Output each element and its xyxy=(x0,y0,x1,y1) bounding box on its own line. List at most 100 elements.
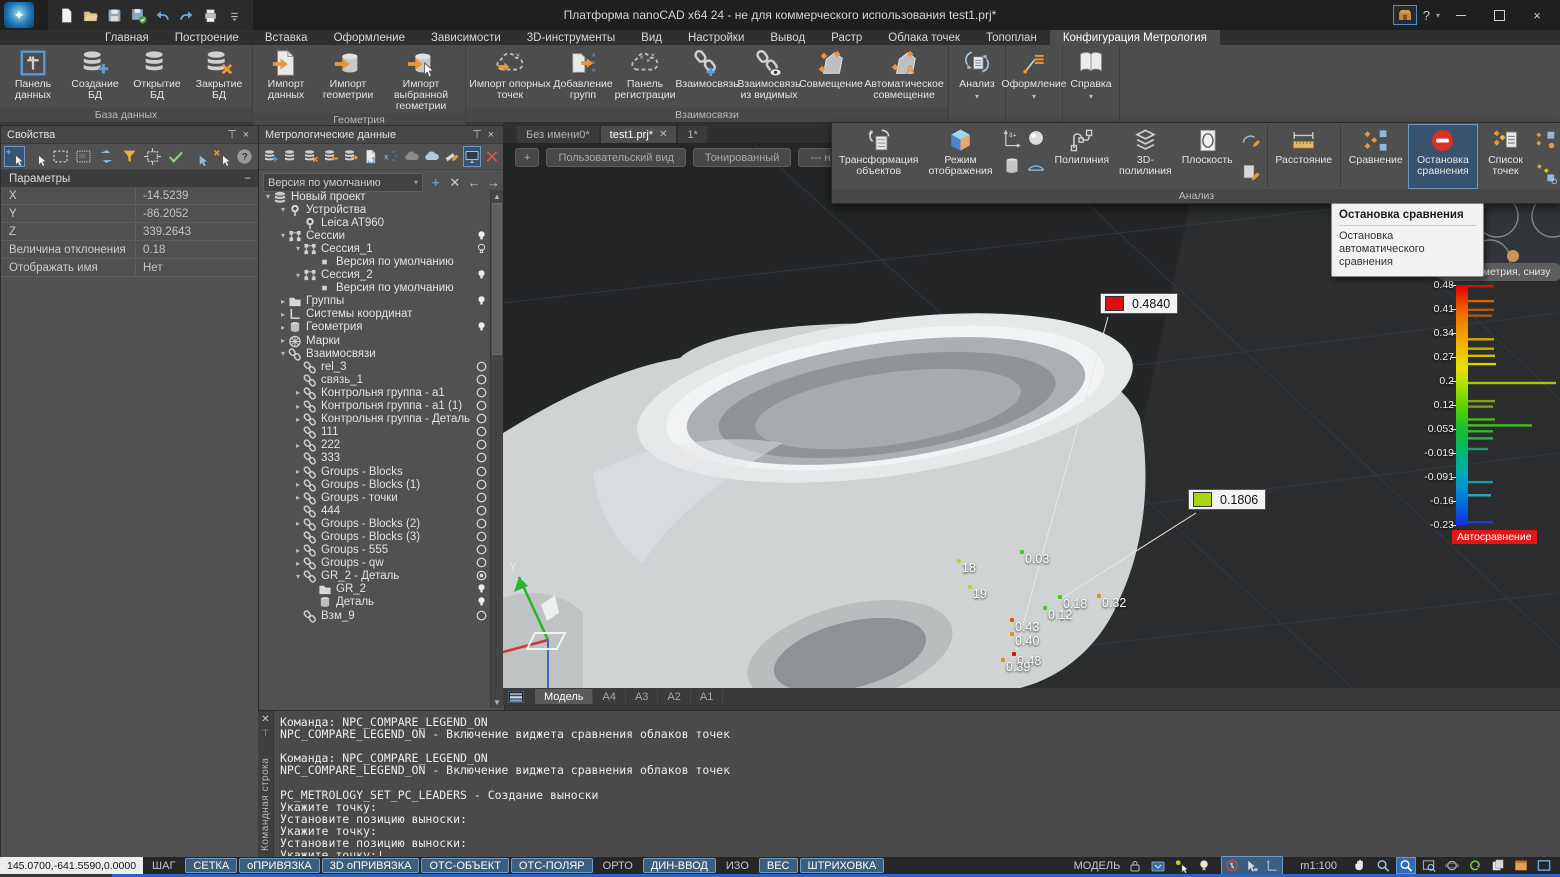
circle-icon[interactable] xyxy=(475,479,488,491)
close-icon[interactable]: ✕ xyxy=(259,713,272,726)
layout-tab-A3[interactable]: A3 xyxy=(626,689,658,704)
ribbon-button-db-open[interactable]: Открытие БД xyxy=(126,47,188,102)
tree-item[interactable]: Деталь xyxy=(261,596,490,609)
sheets-icon[interactable] xyxy=(1488,857,1508,874)
check-icon[interactable] xyxy=(165,146,186,167)
circle-icon[interactable] xyxy=(475,544,488,556)
cursor-blue-icon[interactable] xyxy=(188,146,209,167)
analysis-button-plane[interactable]: Плоскость xyxy=(1177,124,1238,189)
property-row[interactable]: Y-86.2052 xyxy=(1,205,259,223)
tree-expander-icon[interactable]: ▸ xyxy=(293,480,303,489)
swap-icon[interactable] xyxy=(96,146,117,167)
ribbon-button-link-visible[interactable]: Взаимосвязь из видимых xyxy=(738,47,800,102)
app-logo-icon[interactable]: ✦ xyxy=(4,2,34,28)
cursor-red-toggle[interactable] xyxy=(1222,857,1242,874)
tree-item[interactable]: ▸Groups - Blocks xyxy=(261,465,490,478)
tree-item[interactable]: ▾Сессии xyxy=(261,229,490,242)
status-toggle-ОТС-ОБЪЕКТ[interactable]: ОТС-ОБЪЕКТ xyxy=(421,858,508,873)
ribbon-dropdown-analysis[interactable]: Анализ▾ xyxy=(949,45,1006,122)
property-value[interactable]: -86.2052 xyxy=(135,205,259,222)
close-icon[interactable]: × xyxy=(239,128,253,142)
circle-icon[interactable] xyxy=(475,374,488,386)
property-row[interactable]: Z339.2643 xyxy=(1,223,259,241)
circle-icon[interactable] xyxy=(475,439,488,451)
bulb-on-icon[interactable] xyxy=(475,295,488,307)
zoom-window-icon[interactable] xyxy=(1396,857,1416,874)
pan-icon[interactable] xyxy=(1350,857,1370,874)
layout-tab-A1[interactable]: A1 xyxy=(691,689,723,704)
menu-tab-Оформление[interactable]: Оформление xyxy=(321,30,418,45)
db-s-icon[interactable] xyxy=(282,146,300,167)
tree-expander-icon[interactable]: ▸ xyxy=(293,441,303,450)
tree-expander-icon[interactable]: ▸ xyxy=(293,467,303,476)
help-caret-icon[interactable]: ▾ xyxy=(1436,11,1440,20)
tree-item[interactable]: 111 xyxy=(261,426,490,439)
status-toggle-3D оПРИВЯЗКА[interactable]: 3D оПРИВЯЗКА xyxy=(322,858,420,873)
tree-expander-icon[interactable]: ▸ xyxy=(278,297,288,306)
ribbon-dropdown-help-book[interactable]: Справка▾ xyxy=(1063,45,1120,122)
tree-item[interactable]: ▸Контрольня группа - a1 xyxy=(261,386,490,399)
version-add-button[interactable]: + xyxy=(429,175,442,191)
circle-icon[interactable] xyxy=(475,518,488,530)
radio-on-icon[interactable] xyxy=(475,570,488,582)
ribbon-button-panel-data[interactable]: Панель данных xyxy=(2,47,64,102)
tree-expander-icon[interactable]: ▾ xyxy=(293,572,303,581)
status-toggle-ШТРИХОВКА[interactable]: ШТРИХОВКА xyxy=(800,858,885,873)
tree-item[interactable]: ▸Группы xyxy=(261,295,490,308)
menu-tab-Топоплан[interactable]: Топоплан xyxy=(973,30,1050,45)
undo-icon[interactable] xyxy=(154,7,171,24)
ribbon-button-db-close[interactable]: Закрытие БД xyxy=(188,47,250,102)
ribbon-button-add-groups[interactable]: ×××Добавление групп xyxy=(552,47,614,102)
tree-item[interactable]: ▸222 xyxy=(261,439,490,452)
marquee-icon[interactable] xyxy=(50,146,71,167)
circle-icon[interactable] xyxy=(475,610,488,622)
command-line-panel[interactable]: ✕ ⊤ Командная строка Команда: NPC_COMPAR… xyxy=(258,710,1560,858)
scale-label[interactable]: m1:100 xyxy=(1300,860,1337,872)
ribbon-button-link-add[interactable]: Взаимосвязь xyxy=(676,47,738,91)
ribbon-button-align[interactable]: Совмещение xyxy=(800,47,862,91)
zoom-icon[interactable] xyxy=(1373,857,1393,874)
regen-icon[interactable] xyxy=(1465,857,1485,874)
tree-item[interactable]: Leica AT960 xyxy=(261,216,490,229)
tree-item[interactable]: ▸Groups - qw xyxy=(261,557,490,570)
tree-item[interactable]: ▾Сессия_1 xyxy=(261,242,490,255)
save-as-icon[interactable] xyxy=(130,7,147,24)
scroll-thumb[interactable] xyxy=(492,203,502,355)
tree-item[interactable]: 444 xyxy=(261,504,490,517)
tree-item[interactable]: ▸Марки xyxy=(261,334,490,347)
close-button[interactable]: × xyxy=(1520,4,1554,26)
pin-icon[interactable]: ⊤ xyxy=(260,728,271,739)
axes4-icon[interactable]: 4+ xyxy=(1001,127,1023,149)
tree-item[interactable]: rel_3 xyxy=(261,360,490,373)
db-in-icon[interactable] xyxy=(322,146,340,167)
analysis-button-stop-compare[interactable]: Остановка сравнения xyxy=(1408,124,1478,189)
analysis-button-polyline[interactable]: Полилиния xyxy=(1050,124,1115,189)
circle-icon[interactable] xyxy=(475,361,488,373)
tree-expander-icon[interactable]: ▸ xyxy=(278,310,288,319)
tree-expander-icon[interactable]: ▾ xyxy=(293,244,303,253)
tree-item[interactable]: Версия по умолчанию xyxy=(261,255,490,268)
tree-expander-icon[interactable]: ▸ xyxy=(293,519,303,528)
close-icon[interactable]: × xyxy=(484,128,498,142)
tree-scrollbar[interactable]: ▲ ▼ xyxy=(490,190,503,708)
circle-icon[interactable] xyxy=(475,400,488,412)
deviation-leader-label[interactable]: 0.1806 xyxy=(1188,489,1266,510)
bulb-on-icon[interactable] xyxy=(475,321,488,333)
tree-item[interactable]: Версия по умолчанию xyxy=(261,282,490,295)
status-toggle-ВЕС[interactable]: ВЕС xyxy=(759,858,798,873)
bulb-on-icon[interactable] xyxy=(475,230,488,242)
tree-item[interactable]: ▸Контрольня группа - a1 (1) xyxy=(261,400,490,413)
tree-item[interactable]: ▸Groups - точки xyxy=(261,491,490,504)
help-icon[interactable]: ? xyxy=(234,146,255,167)
doc-refresh-icon[interactable] xyxy=(362,146,380,167)
tree-item[interactable]: Взм_9 xyxy=(261,609,490,622)
circle-icon[interactable] xyxy=(475,452,488,464)
menu-tab-Конфигурация Метрология[interactable]: Конфигурация Метрология xyxy=(1050,30,1220,45)
view-pill[interactable]: Тонированный xyxy=(693,148,791,167)
window-orange-icon[interactable] xyxy=(1511,857,1531,874)
document-tab[interactable]: Без имени0* xyxy=(517,126,599,143)
layout-list-icon[interactable] xyxy=(503,689,529,704)
property-value[interactable]: -14.5239 xyxy=(135,187,259,204)
circle-icon[interactable] xyxy=(475,466,488,478)
tree-expander-icon[interactable]: ▾ xyxy=(293,271,303,280)
